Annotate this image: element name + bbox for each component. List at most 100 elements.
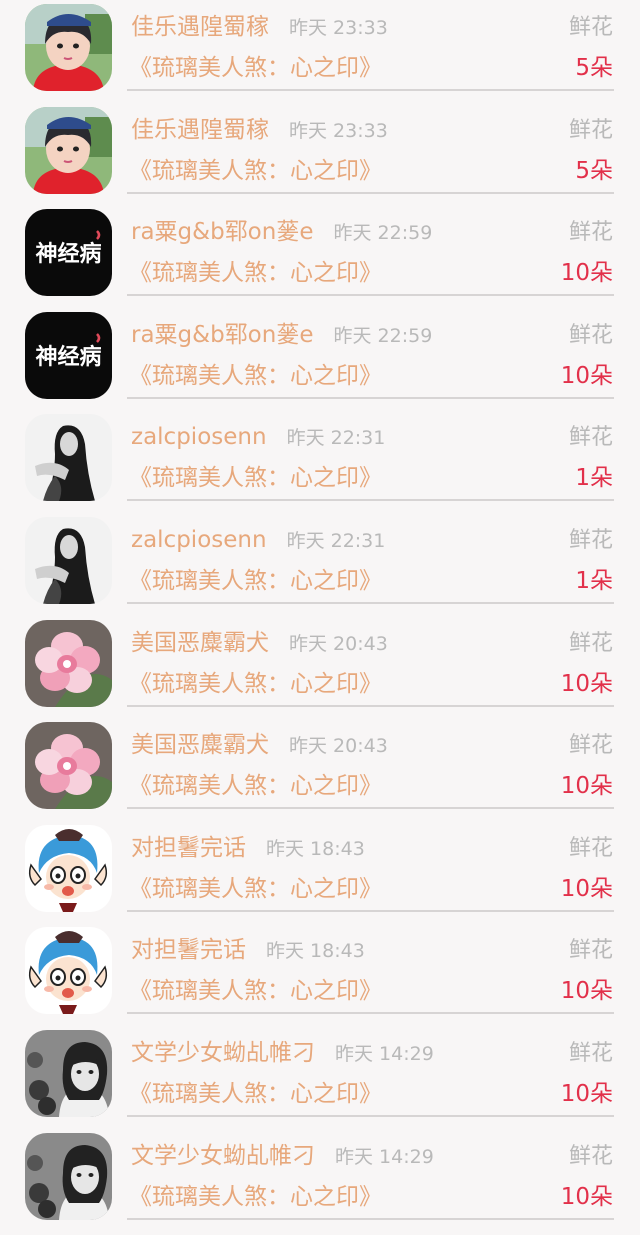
timestamp: 昨天 18:43	[266, 940, 365, 963]
gift-type-label: 鲜花	[568, 835, 613, 861]
gift-record-row[interactable]: 对担鬐完话 昨天 18:43 鲜花《琉璃美人煞：心之印》 10朵	[0, 926, 640, 1029]
user-name[interactable]: 佳乐遇隍蜀稼 昨天 23:33	[131, 12, 388, 43]
gift-record-row[interactable]: zalcpiosenn 昨天 22:31 鲜花《琉璃美人煞：心之印》 1朵	[0, 413, 640, 516]
user-name[interactable]: ra粟g&b郓on蓌e 昨天 22:59	[131, 320, 432, 351]
row-divider	[127, 499, 614, 502]
book-title-link[interactable]: 《琉璃美人煞：心之印》	[129, 257, 382, 289]
user-name-text[interactable]: 佳乐遇隍蜀稼	[131, 14, 269, 40]
gift-type-label: 鲜花	[568, 117, 613, 143]
gift-quantity: 10朵	[560, 670, 613, 697]
gift-quantity: 10朵	[560, 1081, 613, 1107]
timestamp: 昨天 18:43	[266, 837, 365, 860]
user-name[interactable]: ra粟g&b郓on蓌e 昨天 22:59	[131, 217, 432, 248]
gift-quantity: 10朵	[560, 362, 613, 389]
gift-quantity: 10朵	[560, 875, 613, 902]
row-divider	[127, 396, 614, 399]
user-name[interactable]: 佳乐遇隍蜀稼 昨天 23:33	[131, 115, 388, 146]
user-name-text[interactable]: ra粟g&b郓on蓌e	[131, 322, 313, 348]
user-name-text[interactable]: ra粟g&b郓on蓌e	[131, 219, 313, 245]
boy-photo-avatar[interactable]	[25, 106, 112, 194]
timestamp: 昨天 20:43	[289, 735, 388, 758]
timestamp: 昨天 22:59	[333, 324, 433, 347]
gift-record-row[interactable]: zalcpiosenn 昨天 22:31 鲜花《琉璃美人煞：心之印》 1朵	[0, 516, 640, 619]
timestamp: 昨天 23:33	[289, 17, 388, 39]
book-title-link[interactable]: 《琉璃美人煞：心之印》	[129, 770, 382, 802]
user-name[interactable]: 美国恶麋霸犬 昨天 20:43	[131, 730, 388, 761]
gift-record-row[interactable]: 佳乐遇隍蜀稼 昨天 23:33 鲜花《琉璃美人煞：心之印》 5朵	[0, 3, 640, 106]
book-title-link[interactable]: 《琉璃美人煞：心之印》	[129, 462, 382, 494]
row-divider	[127, 89, 614, 91]
woman-bw-photo-avatar[interactable]	[25, 517, 112, 604]
gift-quantity: 10朵	[560, 773, 613, 800]
woman-bw-photo-avatar[interactable]	[25, 414, 112, 502]
book-title-link[interactable]: 《琉璃美人煞：心之印》	[129, 52, 382, 84]
gift-record-row[interactable]: 美国恶麋霸犬 昨天 20:43 鲜花《琉璃美人煞：心之印》 10朵	[0, 619, 640, 722]
gift-record-row[interactable]: 文学少女蚴乩帷刁 昨天 14:29 鲜花 《琉璃美人煞：心之印》 10朵	[0, 1029, 640, 1132]
user-name-text[interactable]: 对担鬐完话	[131, 937, 246, 963]
text-logo-avatar[interactable]: 神经病	[25, 311, 112, 399]
book-title-link[interactable]: 《琉璃美人煞：心之印》	[129, 873, 382, 905]
text-logo-avatar[interactable]: 神经病	[25, 209, 112, 297]
book-title-link[interactable]: 《琉璃美人煞：心之印》	[129, 975, 382, 1007]
row-divider	[127, 191, 614, 194]
gift-type-label: 鲜花	[568, 630, 613, 656]
gift-quantity: 1朵	[575, 465, 613, 492]
user-name[interactable]: 美国恶麋霸犬 昨天 20:43	[131, 628, 388, 659]
row-divider	[127, 294, 614, 297]
gift-type-label: 鲜花	[568, 15, 613, 40]
user-name-text[interactable]: 文学少女蚴乩帷刁	[131, 1040, 315, 1066]
pink-flower-avatar[interactable]	[25, 619, 112, 707]
user-name[interactable]: zalcpiosenn 昨天 22:31	[131, 525, 385, 556]
row-divider	[127, 704, 614, 707]
gift-type-label: 鲜花	[568, 220, 613, 246]
timestamp: 昨天 22:31	[286, 427, 386, 450]
user-name-text[interactable]: 佳乐遇隍蜀稼	[131, 117, 269, 143]
girl-bw-photo-avatar[interactable]	[25, 1030, 112, 1117]
gift-record-row[interactable]: 文学少女蚴乩帷刁 昨天 14:29 鲜花 《琉璃美人煞：心之印》 10朵	[0, 1132, 640, 1235]
girl-bw-photo-avatar[interactable]	[25, 1132, 112, 1220]
gift-record-list: 佳乐遇隍蜀稼 昨天 23:33 鲜花 《琉璃美人煞：心之印》 5朵 佳乐遇隍蜀稼 昨天 23…	[0, 0, 640, 1221]
row-divider	[127, 1217, 614, 1220]
timestamp: 昨天 23:33	[289, 119, 388, 142]
user-name[interactable]: zalcpiosenn 昨天 22:31	[131, 422, 385, 453]
gift-quantity: 10朵	[560, 978, 613, 1005]
user-name-text[interactable]: 美国恶麋霸犬	[131, 630, 269, 656]
gift-record-row[interactable]: 神经病 ra粟g&b郓on蓌e 昨天 22:59 鲜花《琉璃美人煞：心之印》 10朵	[0, 311, 640, 414]
book-title-link[interactable]: 《琉璃美人煞：心之印》	[129, 155, 382, 187]
user-name-text[interactable]: zalcpiosenn	[131, 527, 267, 553]
book-title-link[interactable]: 《琉璃美人煞：心之印》	[129, 1078, 382, 1110]
gift-type-label: 鲜花	[568, 322, 613, 348]
anime-character-avatar[interactable]	[25, 927, 112, 1015]
gift-quantity: 5朵	[575, 157, 613, 184]
gift-record-row[interactable]: 对担鬐完话 昨天 18:43 鲜花《琉璃美人煞：心之印》 10朵	[0, 824, 640, 927]
gift-record-row[interactable]: 神经病 ra粟g&b郓on蓌e 昨天 22:59 鲜花《琉璃美人煞：心之印》 10朵	[0, 208, 640, 311]
gift-type-label: 鲜花	[568, 528, 613, 553]
book-title-link[interactable]: 《琉璃美人煞：心之印》	[129, 1181, 382, 1213]
user-name[interactable]: 文学少女蚴乩帷刁 昨天 14:29	[131, 1141, 434, 1172]
timestamp: 昨天 14:29	[335, 1043, 434, 1065]
timestamp: 昨天 22:31	[286, 530, 386, 552]
boy-photo-avatar[interactable]	[25, 4, 112, 91]
user-name-text[interactable]: 对担鬐完话	[131, 835, 246, 861]
gift-quantity: 10朵	[560, 260, 613, 287]
pink-flower-avatar[interactable]	[25, 722, 112, 810]
book-title-link[interactable]: 《琉璃美人煞：心之印》	[129, 668, 382, 700]
row-divider	[127, 602, 614, 604]
user-name[interactable]: 文学少女蚴乩帷刁 昨天 14:29	[131, 1038, 434, 1069]
avatar-logo-text: 神经病	[35, 241, 101, 267]
gift-record-row[interactable]: 美国恶麋霸犬 昨天 20:43 鲜花 《琉璃美人煞：心之印》 10朵	[0, 721, 640, 824]
book-title-link[interactable]: 《琉璃美人煞：心之印》	[129, 360, 382, 392]
gift-type-label: 鲜花	[568, 938, 613, 964]
user-name[interactable]: 对担鬐完话 昨天 18:43	[131, 935, 365, 966]
gift-quantity: 5朵	[575, 55, 613, 81]
user-name-text[interactable]: 文学少女蚴乩帷刁	[131, 1143, 315, 1169]
row-divider	[127, 1115, 614, 1117]
book-title-link[interactable]: 《琉璃美人煞：心之印》	[129, 565, 382, 597]
user-name[interactable]: 对担鬐完话 昨天 18:43	[131, 833, 365, 864]
gift-record-row[interactable]: 佳乐遇隍蜀稼 昨天 23:33 鲜花《琉璃美人煞：心之印》 5朵	[0, 106, 640, 209]
gift-type-label: 鲜花	[568, 425, 613, 451]
anime-character-avatar[interactable]	[25, 824, 112, 912]
user-name-text[interactable]: zalcpiosenn	[131, 424, 267, 450]
user-name-text[interactable]: 美国恶麋霸犬	[131, 732, 269, 758]
gift-quantity: 1朵	[575, 568, 613, 594]
